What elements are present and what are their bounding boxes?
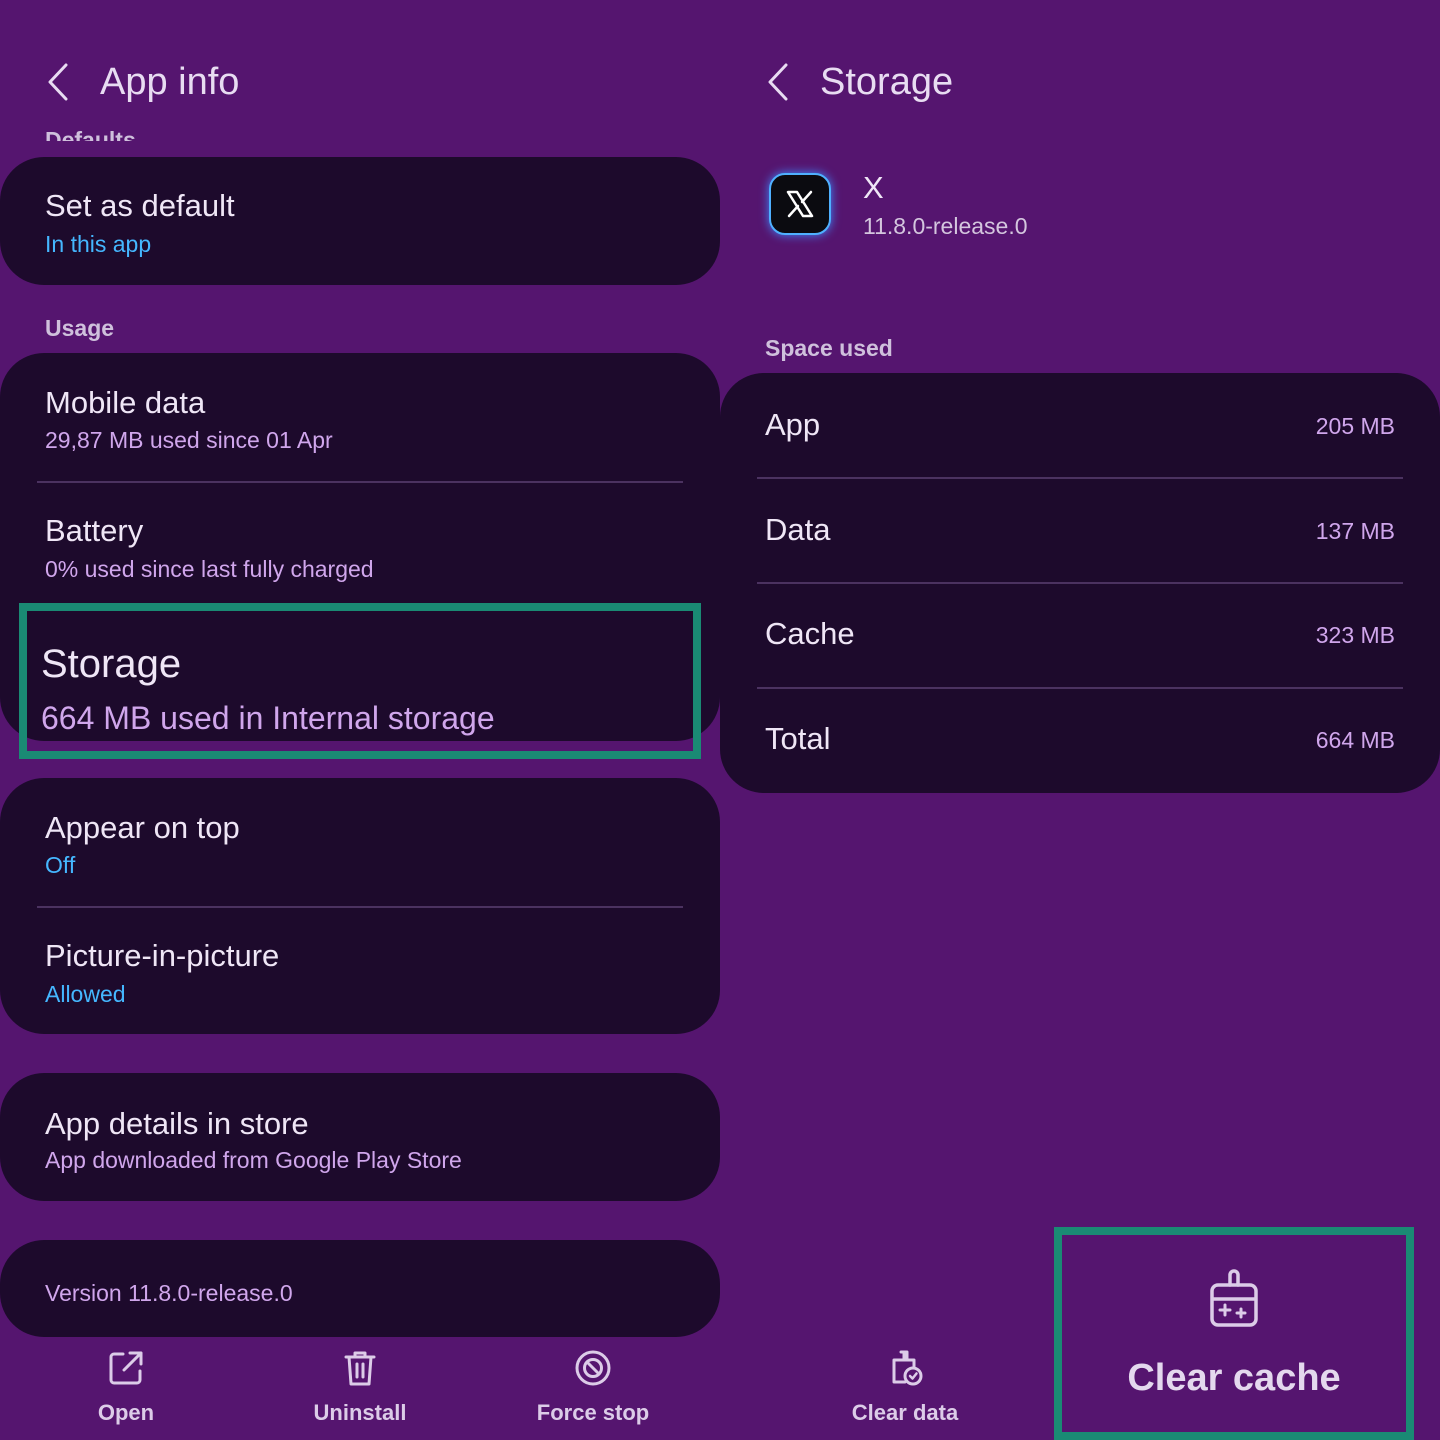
app-info-panel: App info Defaults Set as default In this…: [0, 0, 720, 1440]
block-icon: [575, 1350, 611, 1386]
open-label: Open: [97, 1400, 155, 1425]
set-default-subtitle: In this app: [45, 231, 152, 257]
force-stop-button[interactable]: Force stop: [503, 1348, 683, 1438]
open-external-icon: [109, 1351, 143, 1385]
clear-cache-button[interactable]: Clear cache: [1074, 1245, 1394, 1430]
space-used-label: Space used: [765, 335, 893, 361]
store-title: App details in store: [45, 1106, 309, 1141]
appear-on-top-subtitle: Off: [45, 852, 76, 878]
row-value: 137 MB: [1315, 518, 1395, 544]
row-value: 664 MB: [1315, 727, 1395, 753]
pip-title: Picture-in-picture: [45, 938, 280, 973]
row-label: Cache: [765, 616, 855, 651]
row-value: 205 MB: [1315, 413, 1395, 439]
storage-row-data: Data 137 MB: [720, 478, 1440, 583]
storage-row-cache: Cache 323 MB: [720, 582, 1440, 687]
usage-section-label: Usage: [45, 315, 115, 341]
page-title: App info: [100, 60, 240, 103]
trash-icon: [344, 1351, 376, 1386]
store-card: App details in store App downloaded from…: [0, 1073, 720, 1201]
storage-header: Storage: [758, 52, 953, 112]
set-default-card: Set as default In this app: [0, 157, 720, 285]
battery-subtitle: 0% used since last fully charged: [45, 556, 374, 582]
row-value: 323 MB: [1315, 622, 1395, 648]
app-version: 11.8.0-release.0: [863, 213, 1028, 239]
app-details-store-item[interactable]: App details in store App downloaded from…: [0, 1073, 720, 1201]
partial-section-label: Defaults: [45, 127, 136, 141]
appear-on-top-item[interactable]: Appear on top Off: [0, 778, 720, 906]
version-card: Version 11.8.0-release.0: [0, 1240, 720, 1337]
set-default-title: Set as default: [45, 188, 235, 223]
row-label: Total: [765, 721, 831, 756]
battery-title: Battery: [45, 513, 144, 548]
back-arrow-icon: [768, 63, 788, 101]
app-name: X: [863, 170, 884, 205]
app-icon: [769, 173, 831, 235]
back-button[interactable]: [38, 62, 78, 102]
battery-item[interactable]: Battery 0% used since last fully charged: [0, 483, 720, 603]
mobile-data-item[interactable]: Mobile data 29,87 MB used since 01 Apr: [0, 353, 720, 483]
row-label: Data: [765, 512, 831, 547]
storage-row-app: App 205 MB: [720, 373, 1440, 478]
appear-on-top-title: Appear on top: [45, 810, 240, 845]
open-button[interactable]: Open: [36, 1348, 216, 1438]
picture-in-picture-item[interactable]: Picture-in-picture Allowed: [0, 908, 720, 1034]
back-arrow-icon: [48, 63, 68, 101]
page-title: Storage: [820, 60, 954, 103]
clear-cache-label: Clear cache: [1127, 1357, 1341, 1399]
version-text: Version 11.8.0-release.0: [45, 1280, 293, 1306]
row-label: App: [765, 407, 821, 442]
x-logo-icon: [786, 190, 814, 218]
brush-icon: [1210, 1269, 1258, 1327]
set-default-item[interactable]: Set as default In this app: [0, 157, 720, 285]
uninstall-button[interactable]: Uninstall: [270, 1348, 450, 1438]
space-used-card: App 205 MB Data 137 MB Cache 323 MB Tota…: [720, 373, 1440, 793]
storage-panel: Storage X 11.8.0-release.0 Space used Ap…: [720, 0, 1440, 1440]
clear-data-button[interactable]: Clear data: [815, 1348, 995, 1438]
clear-data-label: Clear data: [851, 1400, 959, 1425]
force-stop-label: Force stop: [536, 1400, 650, 1425]
mobile-data-title: Mobile data: [45, 385, 206, 420]
storage-highlight-box: [19, 603, 701, 759]
app-info-header: App info: [38, 52, 239, 112]
pip-subtitle: Allowed: [45, 981, 126, 1007]
uninstall-label: Uninstall: [313, 1400, 407, 1425]
back-button[interactable]: [758, 62, 798, 102]
clear-data-icon: [892, 1350, 923, 1386]
permissions-card: Appear on top Off Picture-in-picture All…: [0, 778, 720, 1034]
mobile-data-subtitle: 29,87 MB used since 01 Apr: [45, 427, 333, 453]
store-subtitle: App downloaded from Google Play Store: [45, 1147, 462, 1173]
storage-row-total: Total 664 MB: [720, 687, 1440, 792]
